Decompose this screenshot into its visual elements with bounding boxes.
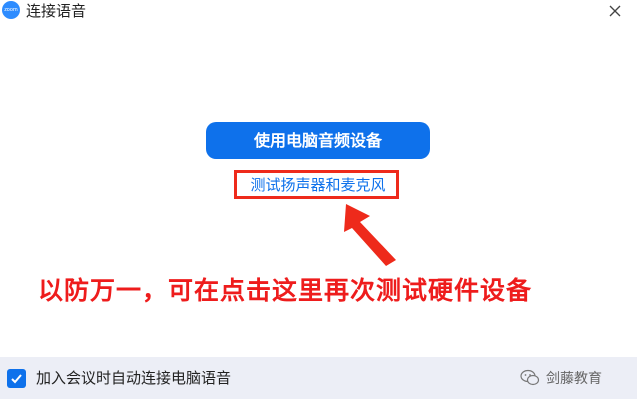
auto-join-audio-label[interactable]: 加入会议时自动连接电脑语音 (36, 367, 231, 389)
connect-audio-dialog: zoom 连接语音 使用电脑音频设备 测试扬声器和麦克风 以防万一，可在点击这里… (0, 0, 637, 399)
use-computer-audio-button[interactable]: 使用电脑音频设备 (206, 122, 430, 159)
auto-join-audio-checkbox[interactable] (7, 369, 26, 388)
zoom-logo-icon: zoom (2, 1, 20, 19)
close-icon (609, 5, 621, 17)
window-title: 连接语音 (26, 2, 87, 20)
close-button[interactable] (604, 0, 626, 22)
wechat-icon (520, 369, 540, 386)
footer-bar: 加入会议时自动连接电脑语音 剑藤教育 (0, 357, 637, 399)
title-bar: zoom 连接语音 (0, 0, 637, 26)
checkmark-icon (11, 374, 22, 384)
watermark: 剑藤教育 (520, 365, 602, 391)
annotation-text: 以防万一，可在点击这里再次测试硬件设备 (38, 276, 533, 305)
watermark-text: 剑藤教育 (546, 371, 602, 387)
annotation-highlight-box (234, 170, 399, 199)
annotation-arrow-icon (344, 204, 396, 266)
